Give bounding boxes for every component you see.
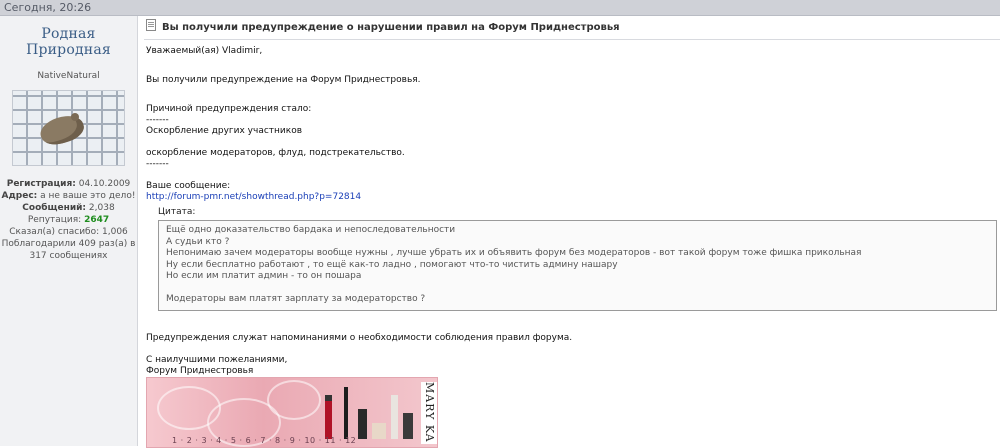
banner-swirl: [267, 380, 321, 420]
message-body: Уважаемый(ая) Vladimir, Вы получили пред…: [144, 40, 1000, 388]
quote-line: Но если им платит админ - то он пошара: [166, 271, 362, 281]
mascara-image: [344, 387, 348, 439]
quote-line: Ещё одно доказательство бардака и непосл…: [166, 225, 456, 235]
message-panel: Вы получили предупреждение о нарушении п…: [138, 16, 1000, 448]
jar-image: [372, 423, 386, 439]
reason-2: оскорбление модераторов, флуд, подстрека…: [146, 148, 405, 158]
lipstick-cap: [325, 395, 332, 401]
thanks-said: Сказал(а) спасибо: 1,006: [9, 227, 128, 237]
banner-page-numbers: 1 · 2 · 3 · 4 · 5 · 6 · 7 · 8 · 9 · 10 ·…: [172, 436, 357, 445]
quote-line: Непонимаю зачем модераторы вообще нужны …: [166, 248, 862, 258]
greeting: Уважаемый(ая) Vladimir,: [146, 46, 263, 56]
message-link[interactable]: http://forum-pmr.net/showthread.php?p=72…: [146, 192, 361, 202]
compact-image: [403, 413, 413, 439]
reminder-text: Предупреждения служат напоминаниями о не…: [146, 332, 573, 343]
registration-row: Регистрация: 04.10.2009: [6, 179, 131, 189]
your-message-label: Ваше сообщение:: [146, 181, 231, 191]
tube-image: [391, 395, 398, 439]
bottle-image: [358, 409, 367, 439]
closing-2: Форум Приднестровья: [146, 365, 254, 376]
user-info-panel: Родная Природная NativeNatural Регистрац…: [0, 16, 138, 446]
reason-label: Причиной предупреждения стало:: [146, 104, 312, 114]
post-timestamp: Сегодня, 20:26: [4, 1, 92, 14]
reputation-row: Репутация: 2647: [27, 215, 110, 225]
post-container: Родная Природная NativeNatural Регистрац…: [0, 16, 1000, 448]
banner-brand: MARY KA: [421, 382, 437, 444]
posts-row: Сообщений: 2,038: [22, 203, 115, 213]
separator-top: -------: [146, 115, 169, 125]
quote-block: Цитата: Ещё одно доказательство бардака …: [158, 207, 997, 311]
reputation-value: 2647: [84, 215, 110, 225]
username-link[interactable]: Родная Природная: [0, 26, 137, 58]
quote-line: Модераторы вам платят зарплату за модера…: [166, 294, 426, 304]
thanked-line-2: 317 сообщениях: [29, 251, 108, 261]
closing-1: С наилучшими пожеланиями,: [146, 354, 288, 365]
message-title-row: Вы получили предупреждение о нарушении п…: [144, 16, 1000, 40]
separator-bottom: -------: [146, 159, 169, 169]
address-row: Адрес: а не ваше это дело!: [1, 191, 136, 201]
reason-1: Оскорбление других участников: [146, 126, 303, 136]
document-icon: [146, 19, 156, 31]
post-header-bar: Сегодня, 20:26: [0, 0, 1000, 16]
quote-line: Ну если бесплатно работают , то ещё как-…: [166, 259, 618, 270]
hamster-ear: [71, 113, 79, 121]
avatar[interactable]: [12, 90, 125, 166]
quote-line: [166, 283, 990, 295]
lipstick-image: [325, 401, 332, 439]
signature-banner[interactable]: 1 · 2 · 3 · 4 · 5 · 6 · 7 · 8 · 9 · 10 ·…: [146, 377, 438, 448]
message-subject: Вы получили предупреждение о нарушении п…: [162, 22, 620, 33]
intro-text: Вы получили предупреждение на Форум Прид…: [146, 75, 421, 85]
user-stats: Регистрация: 04.10.2009 Адрес: а не ваше…: [0, 178, 137, 262]
user-title: NativeNatural: [37, 71, 100, 81]
quote-label: Цитата:: [158, 207, 196, 217]
thanked-line-1: Поблагодарили 409 раз(а) в: [1, 239, 136, 249]
quote-line: А судьи кто ?: [166, 236, 230, 247]
quote-box: Ещё одно доказательство бардака и непосл…: [158, 220, 997, 311]
